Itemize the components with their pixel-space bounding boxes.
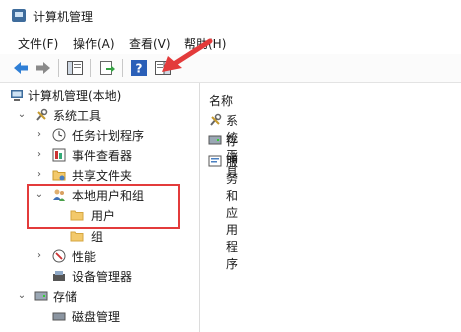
- tree-item-label: 磁盘管理: [72, 309, 121, 324]
- tree-item-device-manager[interactable]: 设备管理器: [0, 266, 199, 286]
- tree-item-storage[interactable]: ⌄ 存储: [0, 286, 199, 306]
- chevron-right-icon[interactable]: ›: [33, 129, 45, 141]
- toolbar-separator: [122, 59, 123, 77]
- menu-bar: 文件(F) 操作(A) 查看(V) 帮助(H): [0, 32, 461, 54]
- tree-item-label: 存储: [53, 289, 78, 304]
- toolbar-separator: [90, 59, 91, 77]
- chevron-down-icon[interactable]: ⌄: [16, 109, 28, 121]
- tree-item-event-viewer[interactable]: › 事件查看器: [0, 145, 199, 165]
- svg-text:?: ?: [136, 62, 143, 76]
- storage-icon: [34, 291, 48, 301]
- show-hide-tree-icon[interactable]: [66, 59, 84, 77]
- chevron-down-icon[interactable]: ⌄: [16, 290, 28, 302]
- clock-icon: [52, 128, 66, 142]
- help-icon[interactable]: ?: [130, 59, 148, 77]
- performance-icon: [52, 249, 66, 263]
- computer-management-icon: [11, 90, 23, 101]
- forward-icon[interactable]: [34, 59, 52, 77]
- tree-item-label: 设备管理器: [72, 269, 133, 284]
- storage-icon: [208, 135, 222, 145]
- toolbar-separator: [58, 59, 59, 77]
- tree-item-performance[interactable]: › 性能: [0, 246, 199, 266]
- tree-item-label: 组: [91, 229, 104, 244]
- tree-item-disk-management[interactable]: 磁盘管理: [0, 306, 199, 326]
- console-tree: 计算机管理(本地) ⌄ 系统工具 › 任务计划程序 › 事件查看器 › 共享文件…: [0, 83, 200, 332]
- back-icon[interactable]: [12, 59, 30, 77]
- chevron-right-icon[interactable]: ›: [33, 169, 45, 181]
- list-item-label: 服务和应用程序: [226, 155, 239, 271]
- title-bar: 计算机管理: [0, 0, 461, 32]
- event-log-icon: [52, 148, 66, 162]
- services-icon: [208, 155, 222, 167]
- tree-item-label: 计算机管理(本地): [28, 88, 122, 103]
- toolbar: ?: [0, 54, 461, 83]
- tree-item-label: 性能: [72, 249, 97, 264]
- annotation-arrow-icon: [162, 38, 213, 72]
- device-manager-icon: [53, 271, 65, 281]
- annotation-highlight-box: [27, 184, 180, 229]
- tree-item-groups[interactable]: 组: [0, 226, 199, 246]
- tree-item-label: 任务计划程序: [72, 128, 145, 143]
- tree-item-computer-management[interactable]: 计算机管理(本地): [0, 85, 199, 105]
- menu-file[interactable]: 文件(F): [18, 35, 58, 52]
- chevron-right-icon[interactable]: ›: [33, 149, 45, 161]
- disk-icon: [52, 312, 66, 321]
- column-header-name[interactable]: 名称: [209, 92, 233, 109]
- tree-item-label: 事件查看器: [72, 148, 133, 163]
- tree-item-shared-folders[interactable]: › 共享文件夹: [0, 165, 199, 185]
- chevron-right-icon[interactable]: ›: [33, 250, 45, 262]
- tools-icon: [210, 113, 222, 126]
- window-title: 计算机管理: [33, 10, 94, 24]
- export-list-icon[interactable]: [98, 59, 116, 77]
- details-pane: 名称 系统工具 存储 服务和应用程序: [200, 83, 461, 332]
- menu-action[interactable]: 操作(A): [73, 35, 115, 52]
- tree-item-label: 系统工具: [53, 108, 102, 123]
- tree-item-label: 共享文件夹: [72, 168, 133, 183]
- computer-management-icon: [12, 9, 26, 22]
- tools-icon: [36, 108, 48, 121]
- shared-folder-icon: [52, 170, 66, 181]
- tree-item-task-scheduler[interactable]: › 任务计划程序: [0, 125, 199, 145]
- tree-item-system-tools[interactable]: ⌄ 系统工具: [0, 105, 199, 125]
- folder-icon: [70, 231, 84, 242]
